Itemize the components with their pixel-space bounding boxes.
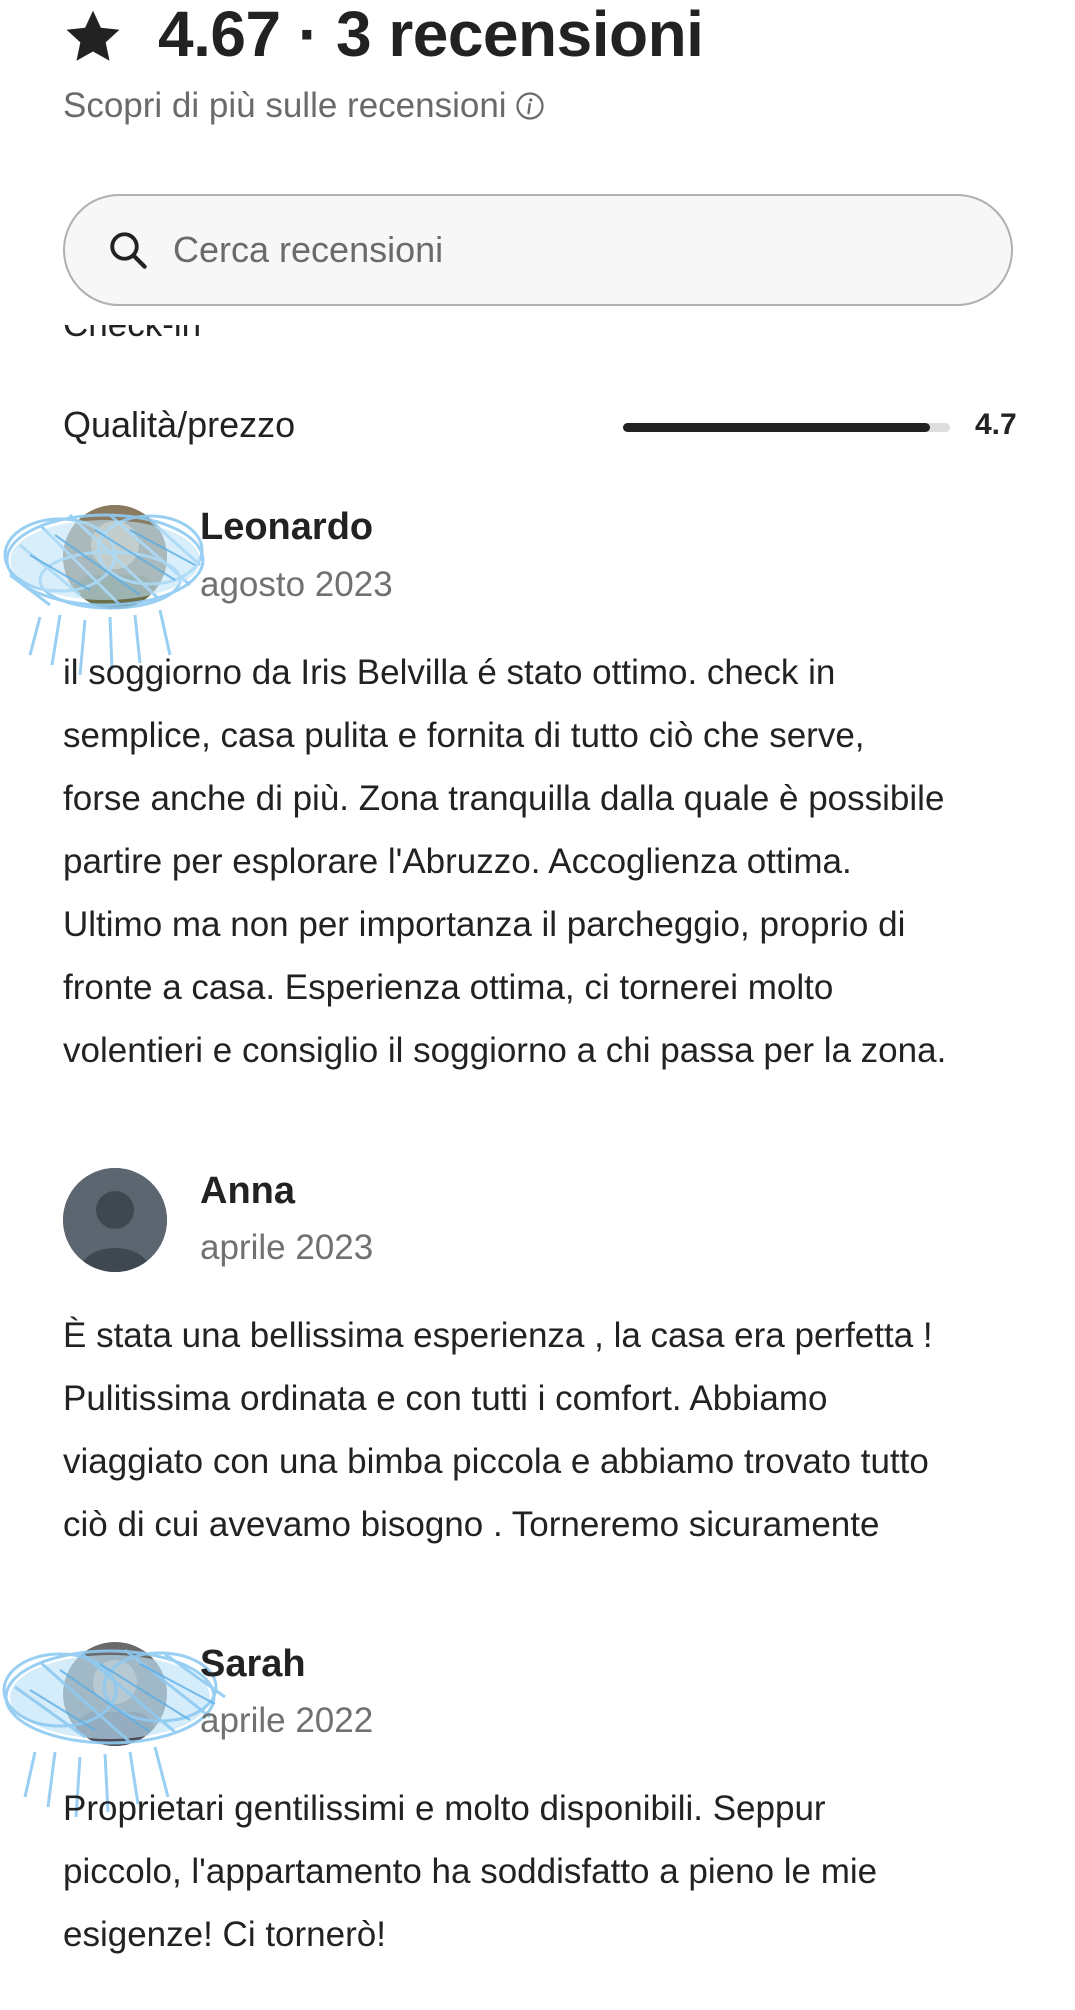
rating-bar-fill <box>623 423 931 432</box>
reviewer-name: Leonardo <box>200 506 374 548</box>
review-text: Proprietari gentilissimi e molto disponi… <box>63 1777 1023 1966</box>
review-line: piccolo, l'appartamento ha soddisfatto a… <box>63 1852 878 1891</box>
review-line: partire per esplorare l'Abruzzo. Accogli… <box>63 842 852 881</box>
category-score: 4.7 <box>975 408 1017 441</box>
rating-bar <box>623 423 950 432</box>
reviewer-name: Sarah <box>200 1643 306 1685</box>
reviewer-avatar[interactable] <box>63 1168 167 1272</box>
review-line: semplice, casa pulita e fornita di tutto… <box>63 716 865 755</box>
reviewer-name: Anna <box>200 1170 295 1212</box>
info-icon <box>515 92 544 120</box>
review-line: volentieri e consiglio il soggiorno a ch… <box>63 1031 947 1070</box>
partial-category-row: Check-in <box>63 325 1013 353</box>
review-line: Proprietari gentilissimi e molto disponi… <box>63 1789 826 1828</box>
review-line: fronte a casa. Esperienza ottima, ci tor… <box>63 968 834 1007</box>
learn-more-label: Scopri di più sulle recensioni <box>63 86 507 125</box>
review-line: ciò di cui avevamo bisogno . Torneremo s… <box>63 1505 880 1544</box>
review-line: Pulitissima ordinata e con tutti i comfo… <box>63 1379 828 1418</box>
star-icon <box>66 10 120 61</box>
review-line: il soggiorno da Iris Belvilla é stato ot… <box>63 653 836 692</box>
review-text: È stata una bellissima esperienza , la c… <box>63 1304 1023 1556</box>
category-rating-value-for-money: Qualità/prezzo 4.7 <box>63 402 1023 452</box>
search-reviews-input[interactable] <box>173 229 973 271</box>
review-line: esigenze! Ci tornerò! <box>63 1915 386 1954</box>
review-line: viaggiato con una bimba piccola e abbiam… <box>63 1442 929 1481</box>
review-date: aprile 2023 <box>200 1228 374 1267</box>
search-reviews-bar[interactable] <box>63 194 1013 306</box>
rating-summary-title: 4.67 · 3 recensioni <box>158 0 704 70</box>
learn-more-link[interactable]: Scopri di più sulle recensioni <box>63 86 545 126</box>
review-line: È stata una bellissima esperienza , la c… <box>63 1316 933 1355</box>
search-icon <box>110 232 147 269</box>
review-date: aprile 2022 <box>200 1701 374 1740</box>
category-label: Qualità/prezzo <box>63 404 296 445</box>
review-line: forse anche di più. Zona tranquilla dall… <box>63 779 945 818</box>
review-line: Ultimo ma non per importanza il parchegg… <box>63 905 906 944</box>
review-date: agosto 2023 <box>200 565 393 604</box>
partial-category-label: Check-in <box>63 325 201 345</box>
review-text: il soggiorno da Iris Belvilla é stato ot… <box>63 641 1023 1082</box>
default-user-icon <box>63 1168 167 1272</box>
